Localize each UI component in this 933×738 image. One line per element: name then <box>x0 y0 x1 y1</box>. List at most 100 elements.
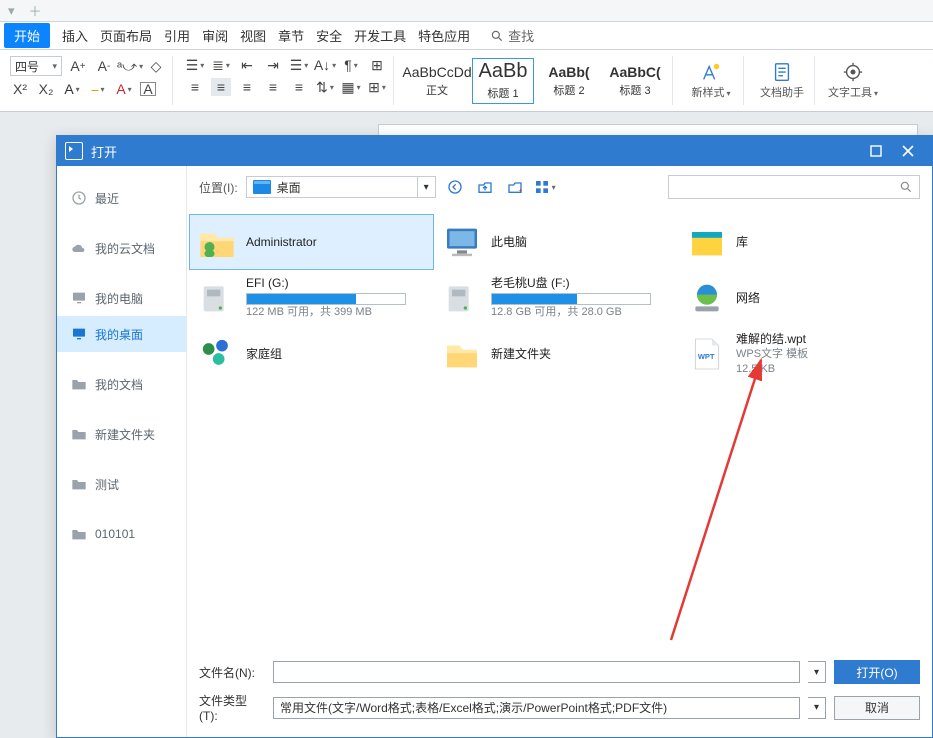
highlight-btn[interactable]: ⎯▾ <box>88 80 108 98</box>
superscript-btn[interactable]: X² <box>10 80 30 98</box>
file-item-thispc[interactable]: 此电脑 <box>434 214 679 270</box>
view-button[interactable]: ▾ <box>534 176 556 198</box>
borders-btn[interactable]: ⊞▾ <box>367 78 387 96</box>
text-tool-btn[interactable]: 文字工具▾ <box>827 56 879 105</box>
change-case-btn[interactable]: ᵃ⤻▾ <box>120 57 140 75</box>
distribute-btn[interactable]: ≡ <box>289 78 309 96</box>
sort-btn[interactable]: A↓▾ <box>315 56 335 74</box>
numbering-btn[interactable]: ≣▾ <box>211 56 231 74</box>
show-marks-btn[interactable]: ¶▾ <box>341 56 361 74</box>
align-left-btn[interactable]: ≡ <box>185 78 205 96</box>
sidebar-item-mypc[interactable]: 我的电脑 <box>57 280 186 316</box>
font-size-select[interactable]: 四号 ▾ <box>10 56 62 76</box>
sidebar-item-test[interactable]: 测试 <box>57 466 186 502</box>
bullets-btn[interactable]: ☰▾ <box>185 56 205 74</box>
open-button[interactable]: 打开(O) <box>834 660 920 684</box>
tab-stops-btn[interactable]: ⊞ <box>367 56 387 74</box>
align-justify-btn[interactable]: ≡ <box>263 78 283 96</box>
filename-input[interactable] <box>273 661 800 683</box>
maximize-button[interactable] <box>860 136 892 166</box>
up-button[interactable] <box>474 176 496 198</box>
style-heading2[interactable]: AaBb( 标题 2 <box>538 58 600 104</box>
new-tab-icon[interactable]: ＋ <box>29 1 42 20</box>
file-item-administrator[interactable]: Administrator <box>189 214 434 270</box>
file-item-efi-drive[interactable]: EFI (G:) 122 MB 可用，共 399 MB <box>189 270 434 326</box>
close-icon <box>902 145 914 157</box>
menu-search-label: 查找 <box>508 26 534 45</box>
cancel-button[interactable]: 取消 <box>834 696 920 720</box>
align-right-btn[interactable]: ≡ <box>237 78 257 96</box>
menu-start[interactable]: 开始 <box>4 23 50 48</box>
menu-review[interactable]: 审阅 <box>202 26 228 45</box>
menu-chapter[interactable]: 章节 <box>278 26 304 45</box>
style-heading1[interactable]: AaBb 标题 1 <box>472 58 534 104</box>
dialog-main: 位置(I): 桌面 ▾ + ▾ <box>187 166 932 737</box>
style-normal[interactable]: AaBbCcDd 正文 <box>406 58 468 104</box>
new-style-icon <box>700 61 722 83</box>
filetype-select[interactable]: 常用文件(文字/Word格式;表格/Excel格式;演示/PowerPoint格… <box>273 697 800 719</box>
menu-references[interactable]: 引用 <box>164 26 190 45</box>
indent-left-btn[interactable]: ⇤ <box>237 56 257 74</box>
style-label: 标题 3 <box>619 82 650 98</box>
filetype-dropdown[interactable]: ▾ <box>808 697 826 719</box>
clock-icon <box>71 190 87 206</box>
indent-right-btn[interactable]: ⇥ <box>263 56 283 74</box>
decrease-font-btn[interactable]: A- <box>94 57 114 75</box>
sidebar-item-mydocs[interactable]: 我的文档 <box>57 366 186 402</box>
dialog-titlebar: 打开 <box>57 136 932 166</box>
close-button[interactable] <box>892 136 924 166</box>
library-icon <box>686 221 728 263</box>
new-style-btn[interactable]: 新样式▾ <box>685 56 737 105</box>
increase-font-btn[interactable]: A+ <box>68 57 88 75</box>
subscript-btn[interactable]: X₂ <box>36 80 56 98</box>
ribbon-font-group: 四号 ▾ A+ A- ᵃ⤻▾ ◇ X² X₂ A▾ ⎯▾ A▾ A <box>4 56 173 105</box>
menu-security[interactable]: 安全 <box>316 26 342 45</box>
filename-label: 文件名(N): <box>199 664 265 681</box>
style-label: 正文 <box>426 82 448 98</box>
menu-insert[interactable]: 插入 <box>62 26 88 45</box>
clear-format-btn[interactable]: ◇ <box>146 57 166 75</box>
search-box[interactable] <box>668 175 920 199</box>
file-item-usb-drive[interactable]: 老毛桃U盘 (F:) 12.8 GB 可用，共 28.0 GB <box>434 270 679 326</box>
menu-dev-tools[interactable]: 开发工具 <box>354 26 406 45</box>
back-button[interactable] <box>444 176 466 198</box>
app-icon <box>65 142 83 160</box>
style-preview: AaBb( <box>548 64 589 80</box>
filetype-value: 常用文件(文字/Word格式;表格/Excel格式;演示/PowerPoint格… <box>280 699 667 716</box>
filename-dropdown[interactable]: ▾ <box>808 661 826 683</box>
location-dropdown[interactable]: ▾ <box>418 176 436 198</box>
menu-view[interactable]: 视图 <box>240 26 266 45</box>
file-name: 网络 <box>736 291 760 306</box>
file-type: WPS文字 模板 <box>736 347 808 362</box>
sidebar-item-recent[interactable]: 最近 <box>57 180 186 216</box>
text-effects-btn[interactable]: A▾ <box>62 80 82 98</box>
line-spacing-btn[interactable]: ☰▾ <box>289 56 309 74</box>
shading-btn[interactable]: ▦▾ <box>341 78 361 96</box>
para-spacing-btn[interactable]: ⇅▾ <box>315 78 335 96</box>
doc-assist-btn[interactable]: 文档助手 <box>756 56 808 105</box>
tab-dropdown-icon[interactable]: ▾ <box>8 3 15 19</box>
file-item-library[interactable]: 库 <box>679 214 924 270</box>
char-shading-btn[interactable]: A <box>140 82 156 96</box>
new-folder-button[interactable]: + <box>504 176 526 198</box>
location-select[interactable]: 桌面 <box>246 176 418 198</box>
sidebar-item-newfolder[interactable]: 新建文件夹 <box>57 416 186 452</box>
sidebar-item-cloud[interactable]: 我的云文档 <box>57 230 186 266</box>
sidebar-item-010101[interactable]: 010101 <box>57 516 186 552</box>
menu-page-layout[interactable]: 页面布局 <box>100 26 152 45</box>
open-dialog: 打开 最近 我的云文档 我的电脑 我的桌面 <box>56 135 933 738</box>
menu-special[interactable]: 特色应用 <box>418 26 470 45</box>
sidebar-label: 我的桌面 <box>95 326 143 343</box>
sidebar-label: 我的电脑 <box>95 290 143 307</box>
font-color-btn[interactable]: A▾ <box>114 80 134 98</box>
sidebar-item-desktop[interactable]: 我的桌面 <box>57 316 186 352</box>
file-item-homegroup[interactable]: 家庭组 <box>189 326 434 382</box>
align-center-btn[interactable]: ≡ <box>211 78 231 96</box>
file-item-network[interactable]: 网络 <box>679 270 924 326</box>
drive-usage-bar <box>246 293 406 305</box>
file-item-wpt[interactable]: WPT 难解的结.wpt WPS文字 模板 12.5 KB <box>679 326 924 382</box>
menu-search[interactable]: 查找 <box>490 26 534 45</box>
file-listing: Administrator 此电脑 库 <box>187 208 932 644</box>
file-item-newfolder[interactable]: 新建文件夹 <box>434 326 679 382</box>
style-heading3[interactable]: AaBbC( 标题 3 <box>604 58 666 104</box>
